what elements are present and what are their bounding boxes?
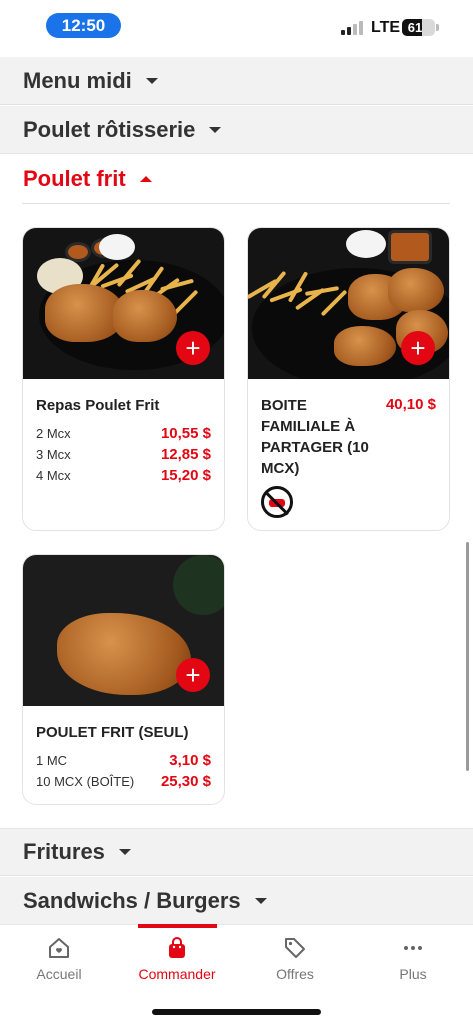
more-dots-icon <box>401 936 425 960</box>
product-card-boite-familiale[interactable]: + BOITE FAMILIALE À PARTAGER (10 MCX) 40… <box>247 227 450 531</box>
add-to-cart-button[interactable]: + <box>401 331 435 365</box>
nav-item-offres[interactable]: Offres <box>236 936 354 982</box>
option-label: 2 Mcx <box>36 426 71 441</box>
status-bar: 12:50 LTE 61 <box>0 0 473 56</box>
option-price: 3,10 $ <box>169 752 211 769</box>
no-cutlery-icon <box>261 486 293 518</box>
signal-icon <box>341 21 363 35</box>
category-menu-midi[interactable]: Menu midi <box>0 57 473 105</box>
shopping-bag-icon <box>165 936 189 960</box>
home-indicator[interactable] <box>152 1009 321 1015</box>
chevron-down-icon <box>118 849 131 855</box>
product-card-repas-poulet-frit[interactable]: + Repas Poulet Frit 2 Mcx 10,55 $ 3 Mcx … <box>22 227 225 531</box>
category-label: Poulet frit <box>23 166 126 191</box>
price-option: 4 Mcx 15,20 $ <box>36 467 211 484</box>
price-option: 2 Mcx 10,55 $ <box>36 425 211 442</box>
nav-label: Accueil <box>36 966 82 982</box>
battery-tip <box>436 24 439 31</box>
option-label: 10 MCX (BOÎTE) <box>36 774 135 789</box>
nav-item-accueil[interactable]: Accueil <box>0 936 118 982</box>
add-to-cart-button[interactable]: + <box>176 331 210 365</box>
home-heart-icon <box>47 936 71 960</box>
product-image: + <box>23 555 224 706</box>
product-image: + <box>23 228 224 379</box>
status-time: 12:50 <box>46 13 121 38</box>
nav-active-indicator <box>138 924 217 928</box>
option-price: 25,30 $ <box>160 773 211 790</box>
product-name-line: FAMILIALE À <box>261 418 356 435</box>
battery-level: 61 <box>407 20 423 35</box>
option-price: 12,85 $ <box>160 446 211 463</box>
product-name: POULET FRIT (SEUL) <box>36 724 189 741</box>
category-label: Menu midi <box>23 67 132 93</box>
option-label: 4 Mcx <box>36 468 71 483</box>
category-label: Fritures <box>23 839 105 864</box>
chevron-down-icon <box>254 897 267 904</box>
product-name: Repas Poulet Frit <box>36 397 160 414</box>
chevron-up-icon <box>139 176 152 182</box>
nav-label: Plus <box>399 966 427 982</box>
category-poulet-rotisserie[interactable]: Poulet rôtisserie <box>0 106 473 154</box>
product-image: + <box>248 228 449 379</box>
category-label: Poulet rôtisserie <box>23 116 196 142</box>
category-poulet-frit[interactable]: Poulet frit <box>0 155 473 203</box>
chevron-down-icon <box>209 126 222 133</box>
tag-icon <box>283 936 307 960</box>
section-divider <box>22 203 450 204</box>
product-name-line: MCX) <box>261 460 300 477</box>
nav-label: Commander <box>138 966 216 982</box>
product-card-poulet-frit-seul[interactable]: + POULET FRIT (SEUL) 1 MC 3,10 $ 10 MCX … <box>22 554 225 805</box>
price-option: 10 MCX (BOÎTE) 25,30 $ <box>36 773 211 790</box>
network-label: LTE <box>371 19 401 36</box>
nav-item-plus[interactable]: Plus <box>354 936 472 982</box>
nav-label: Offres <box>276 966 314 982</box>
option-price: 15,20 $ <box>160 467 211 484</box>
price-option: 3 Mcx 12,85 $ <box>36 446 211 463</box>
battery-icon: 61 <box>402 19 435 36</box>
chevron-down-icon <box>145 77 158 84</box>
category-label: Sandwichs / Burgers <box>23 887 241 913</box>
category-fritures[interactable]: Fritures <box>0 828 473 876</box>
product-name-line: BOITE <box>261 397 307 414</box>
option-label: 1 MC <box>36 753 68 768</box>
category-sandwichs-burgers[interactable]: Sandwichs / Burgers <box>0 877 473 925</box>
option-label: 3 Mcx <box>36 447 71 462</box>
scrollbar[interactable] <box>466 542 469 771</box>
product-name: BOITE FAMILIALE À PARTAGER (10 MCX) <box>261 395 379 479</box>
product-price: 40,10 $ <box>385 396 436 413</box>
price-option: 1 MC 3,10 $ <box>36 752 211 769</box>
option-price: 10,55 $ <box>160 425 211 442</box>
nav-item-commander[interactable]: Commander <box>118 936 236 982</box>
add-to-cart-button[interactable]: + <box>176 658 210 692</box>
product-name-line: PARTAGER (10 <box>261 439 369 456</box>
